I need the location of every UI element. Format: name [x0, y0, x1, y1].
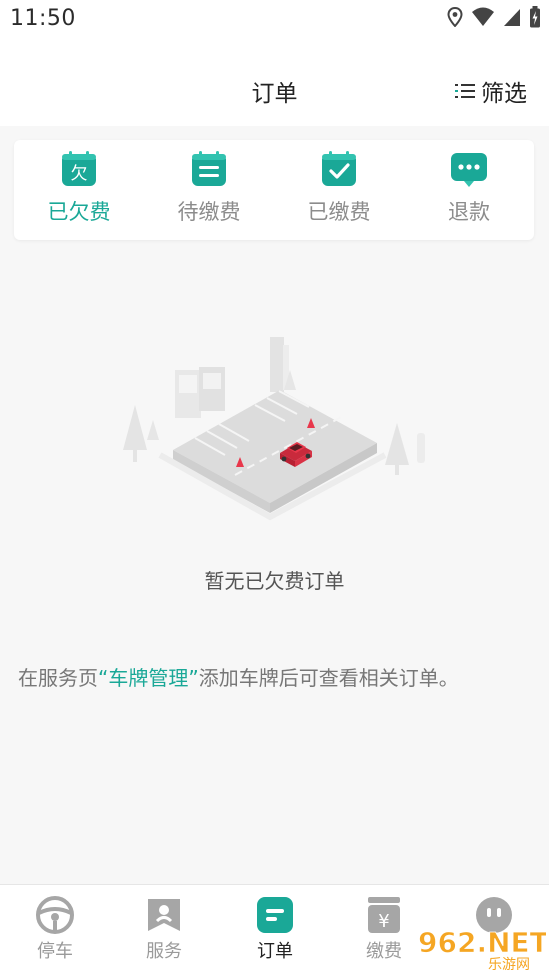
- tab-refund[interactable]: 退款: [409, 150, 529, 226]
- battery-icon: [530, 6, 540, 28]
- hint-prefix: 在服务页: [18, 666, 98, 690]
- order-doc-icon: [255, 895, 295, 935]
- status-icons: [447, 6, 541, 28]
- svg-text:¥: ¥: [378, 911, 389, 932]
- paid-check-icon: [320, 150, 358, 188]
- tab-label: 已欠费: [47, 200, 111, 224]
- nav-label: 服务: [146, 941, 182, 962]
- pending-payment-icon: [190, 150, 228, 188]
- wifi-icon: [472, 7, 494, 26]
- hint-suffix: 添加车牌后可查看相关订单。: [198, 666, 459, 690]
- order-status-tabs: 欠 已欠费 待缴费 已缴费 退款: [14, 140, 534, 240]
- tab-arrears[interactable]: 欠 已欠费: [19, 150, 139, 226]
- status-time: 11:50: [10, 6, 76, 31]
- nav-label: 订单: [257, 941, 293, 962]
- location-icon: [447, 7, 463, 27]
- nav-label: 停车: [37, 941, 73, 962]
- nav-orders[interactable]: 订单: [225, 895, 325, 963]
- empty-state-hint: 在服务页“车牌管理”添加车牌后可查看相关订单。: [18, 662, 459, 691]
- tab-paid[interactable]: 已缴费: [279, 150, 399, 226]
- title-bar: 订单 筛选: [0, 38, 549, 126]
- refund-chat-icon: [450, 150, 488, 188]
- arrears-badge: 欠: [71, 164, 88, 184]
- empty-state-title: 暂无已欠费订单: [204, 569, 345, 593]
- service-bookmark-icon: [144, 895, 184, 935]
- filter-label: 筛选: [481, 81, 527, 107]
- nav-service[interactable]: 服务: [114, 895, 214, 963]
- tab-label: 已缴费: [307, 200, 371, 224]
- plate-management-link[interactable]: “车牌管理”: [98, 666, 199, 690]
- payment-yen-icon: ¥: [364, 895, 404, 935]
- arrears-icon: 欠: [60, 150, 98, 188]
- signal-icon: [504, 9, 520, 26]
- tab-pending-payment[interactable]: 待缴费: [149, 150, 269, 226]
- steering-wheel-icon: [35, 895, 75, 935]
- empty-parking-illustration: [115, 325, 435, 535]
- watermark-subtext: 乐游网: [488, 957, 530, 972]
- tab-label: 退款: [448, 200, 490, 224]
- site-watermark: 962.NET 乐游网: [416, 922, 549, 973]
- nav-parking[interactable]: 停车: [5, 895, 105, 963]
- filter-icon: [455, 84, 475, 98]
- tab-label: 待缴费: [177, 200, 241, 224]
- status-bar: 11:50: [0, 0, 549, 38]
- filter-button[interactable]: 筛选: [455, 74, 527, 108]
- watermark-text: 962.NET: [418, 926, 546, 959]
